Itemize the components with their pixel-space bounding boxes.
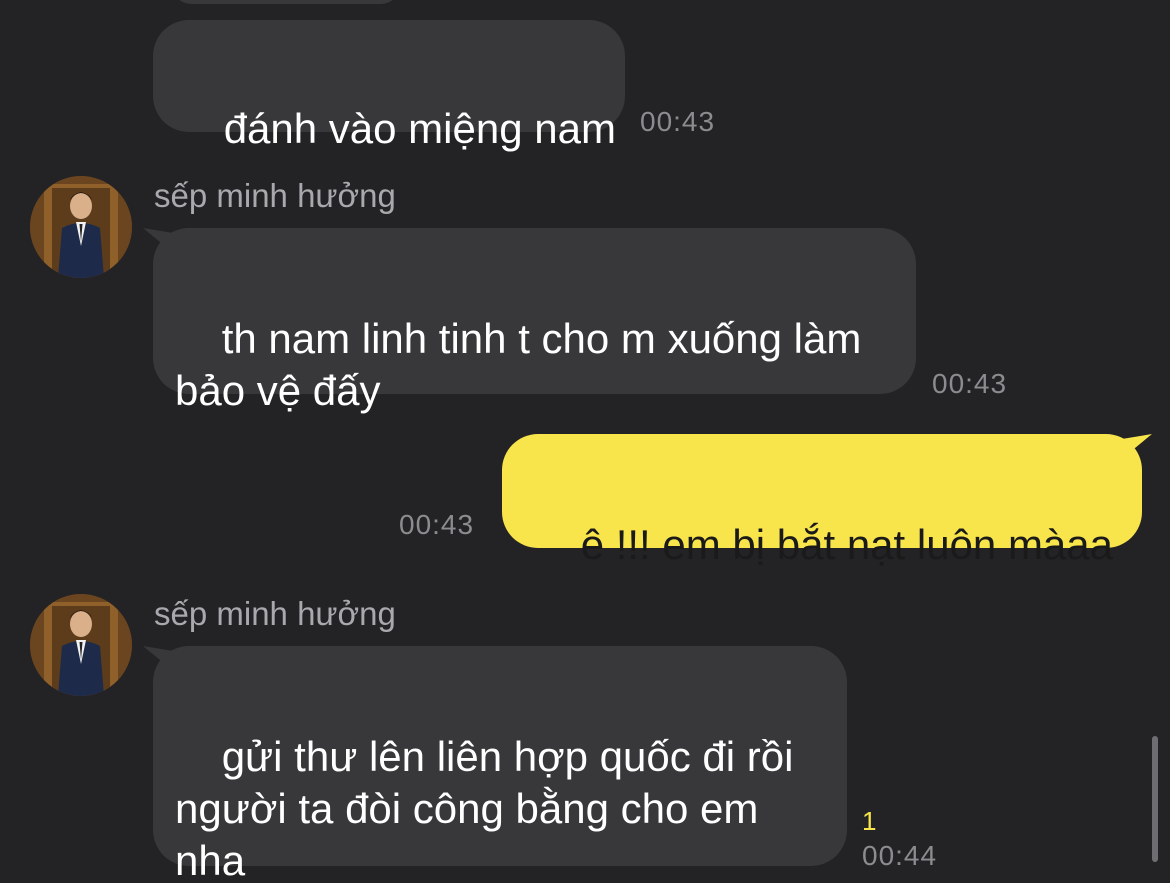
sender-name: sếp minh hưởng bbox=[154, 177, 396, 214]
previous-message-bubble-edge bbox=[170, 0, 402, 4]
message-text: đánh vào miệng nam bbox=[223, 105, 616, 152]
message-timestamp: 00:43 bbox=[399, 509, 475, 540]
message-text: ê !!! em bị bắt nạt luôn màaa bbox=[580, 521, 1114, 568]
avatar[interactable] bbox=[30, 176, 132, 278]
my-message-bubble[interactable]: ê !!! em bị bắt nạt luôn màaa bbox=[502, 434, 1142, 568]
scrollbar[interactable] bbox=[1152, 736, 1158, 862]
message-text: th nam linh tinh t cho m xuống làm bảo v… bbox=[175, 315, 862, 414]
message-timestamp: 00:43 bbox=[640, 106, 716, 137]
message-timestamp: 00:43 bbox=[932, 368, 1008, 399]
message-bubble[interactable]: đánh vào miệng nam bbox=[153, 20, 625, 152]
sender-name: sếp minh hưởng bbox=[154, 595, 396, 632]
avatar[interactable] bbox=[30, 594, 132, 696]
unread-count: 1 bbox=[862, 806, 877, 836]
message-bubble[interactable]: th nam linh tinh t cho m xuống làm bảo v… bbox=[153, 228, 916, 414]
message-text: gửi thư lên liên hợp quốc đi rồi người t… bbox=[175, 733, 794, 883]
message-timestamp: 00:44 bbox=[862, 840, 938, 871]
chat-view[interactable]: đánh vào miệng nam 00:43 sếp minh hưởng … bbox=[0, 0, 1170, 883]
message-bubble[interactable]: gửi thư lên liên hợp quốc đi rồi người t… bbox=[153, 646, 847, 883]
